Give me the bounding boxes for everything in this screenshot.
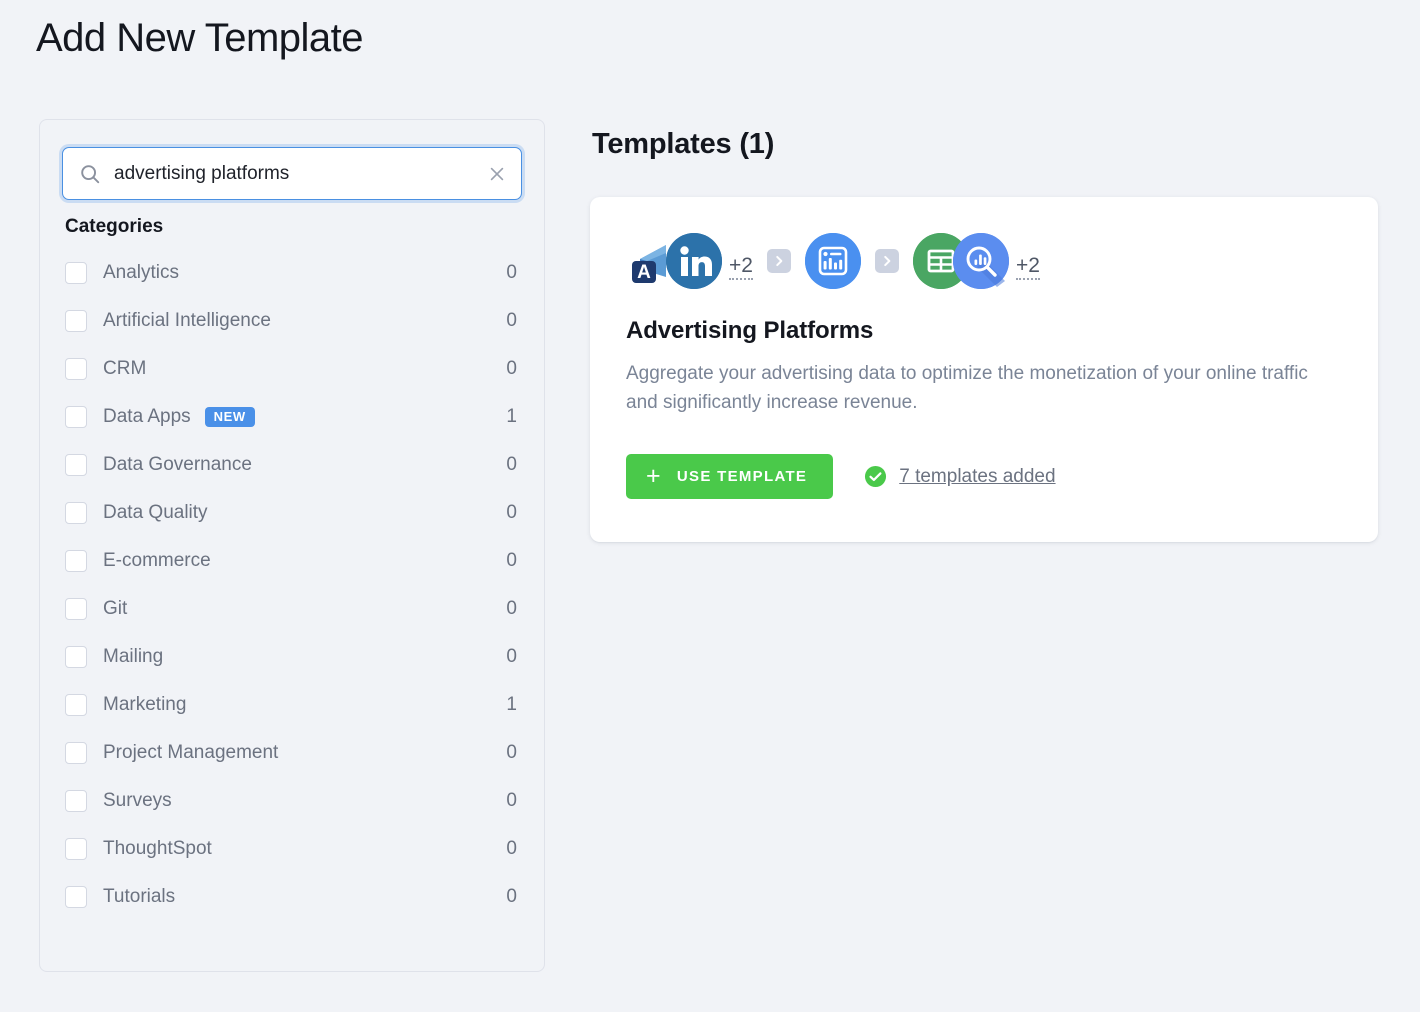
destination-icon-group: +2 <box>913 233 1040 289</box>
category-count: 0 <box>506 598 517 620</box>
results-heading: Templates (1) <box>592 128 774 161</box>
category-count: 0 <box>506 790 517 812</box>
template-actions: + USE TEMPLATE 7 templates added <box>626 454 1056 499</box>
category-label: Mailing <box>103 646 163 668</box>
sources-more-badge[interactable]: +2 <box>729 255 753 280</box>
category-row[interactable]: Tutorials 0 <box>40 873 544 921</box>
category-checkbox[interactable] <box>65 694 87 716</box>
category-count: 1 <box>506 406 517 428</box>
category-row[interactable]: Git 0 <box>40 585 544 633</box>
category-checkbox[interactable] <box>65 550 87 572</box>
category-label: Data Quality <box>103 502 208 524</box>
category-label: ThoughtSpot <box>103 838 212 860</box>
check-circle-icon <box>864 465 887 488</box>
category-label: E-commerce <box>103 550 211 572</box>
looker-studio-icon <box>953 233 1009 289</box>
category-label: Data Apps <box>103 406 191 428</box>
category-checkbox[interactable] <box>65 262 87 284</box>
search-input-value[interactable]: advertising platforms <box>114 163 487 185</box>
plus-icon: + <box>646 464 662 489</box>
category-label: Marketing <box>103 694 186 716</box>
category-checkbox[interactable] <box>65 886 87 908</box>
filter-panel: advertising platforms Categories Analyti… <box>39 119 545 972</box>
category-checkbox[interactable] <box>65 742 87 764</box>
close-icon[interactable] <box>487 164 507 184</box>
category-new-badge: NEW <box>205 407 255 427</box>
category-count: 0 <box>506 742 517 764</box>
category-checkbox[interactable] <box>65 646 87 668</box>
chevron-right-icon <box>767 249 791 273</box>
category-row[interactable]: Surveys 0 <box>40 777 544 825</box>
category-list: Analytics0Artificial Intelligence0CRM0Da… <box>40 249 544 921</box>
category-count: 0 <box>506 262 517 284</box>
category-row[interactable]: CRM 0 <box>40 345 544 393</box>
category-count: 0 <box>506 886 517 908</box>
template-connector-row: A +2 <box>626 230 1040 292</box>
category-checkbox[interactable] <box>65 454 87 476</box>
category-label: CRM <box>103 358 146 380</box>
linkedin-icon <box>666 233 722 289</box>
category-label: Surveys <box>103 790 172 812</box>
category-label: Git <box>103 598 127 620</box>
category-row[interactable]: Artificial Intelligence 0 <box>40 297 544 345</box>
category-label: Analytics <box>103 262 179 284</box>
category-row[interactable]: Mailing 0 <box>40 633 544 681</box>
categories-heading: Categories <box>65 216 163 238</box>
templates-added-status: 7 templates added <box>864 465 1055 488</box>
category-label: Artificial Intelligence <box>103 310 271 332</box>
category-checkbox[interactable] <box>65 790 87 812</box>
template-card[interactable]: A +2 <box>590 197 1378 542</box>
category-row[interactable]: Data Governance 0 <box>40 441 544 489</box>
use-template-label: USE TEMPLATE <box>677 468 807 485</box>
category-count: 0 <box>506 358 517 380</box>
category-count: 0 <box>506 646 517 668</box>
category-checkbox[interactable] <box>65 598 87 620</box>
category-count: 0 <box>506 454 517 476</box>
category-checkbox[interactable] <box>65 310 87 332</box>
category-row[interactable]: ThoughtSpot 0 <box>40 825 544 873</box>
category-row[interactable]: Data Quality 0 <box>40 489 544 537</box>
category-row[interactable]: Analytics 0 <box>40 249 544 297</box>
category-count: 0 <box>506 502 517 524</box>
category-label: Data Governance <box>103 454 252 476</box>
category-checkbox[interactable] <box>65 406 87 428</box>
category-row[interactable]: Data Apps NEW 1 <box>40 393 544 441</box>
template-title: Advertising Platforms <box>626 317 873 345</box>
category-row[interactable]: Project Management 0 <box>40 729 544 777</box>
category-count: 0 <box>506 310 517 332</box>
search-icon <box>79 163 101 185</box>
page-title: Add New Template <box>36 14 363 62</box>
search-input[interactable]: advertising platforms <box>62 147 522 200</box>
category-count: 0 <box>506 550 517 572</box>
category-count: 1 <box>506 694 517 716</box>
templates-added-link[interactable]: 7 templates added <box>899 466 1055 488</box>
category-row[interactable]: E-commerce 0 <box>40 537 544 585</box>
category-row[interactable]: Marketing 1 <box>40 681 544 729</box>
template-description: Aggregate your advertising data to optim… <box>626 360 1326 418</box>
category-checkbox[interactable] <box>65 838 87 860</box>
category-count: 0 <box>506 838 517 860</box>
category-label: Tutorials <box>103 886 175 908</box>
source-icon-group: A +2 <box>626 233 753 289</box>
category-label: Project Management <box>103 742 278 764</box>
svg-text:A: A <box>637 262 651 283</box>
category-checkbox[interactable] <box>65 358 87 380</box>
category-checkbox[interactable] <box>65 502 87 524</box>
destinations-more-badge[interactable]: +2 <box>1016 255 1040 280</box>
use-template-button[interactable]: + USE TEMPLATE <box>626 454 833 499</box>
dashboard-icon <box>805 233 861 289</box>
chevron-right-icon <box>875 249 899 273</box>
